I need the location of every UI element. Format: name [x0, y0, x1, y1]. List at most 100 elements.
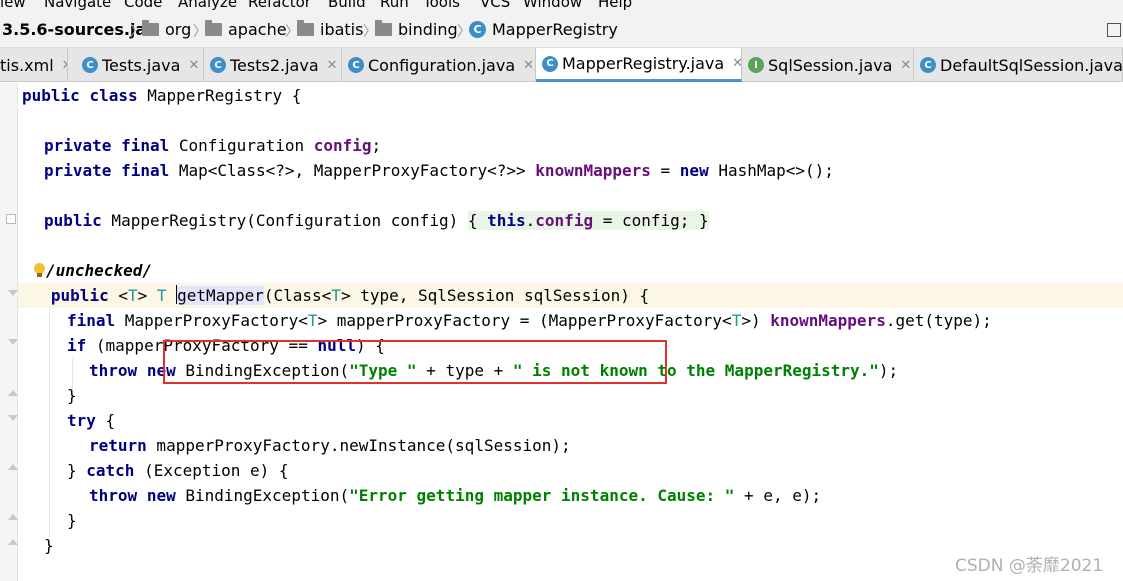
fold-collapse-icon[interactable] [8, 290, 18, 296]
folder-icon [375, 20, 392, 36]
menu-build[interactable]: Build [328, 0, 366, 11]
breadcrumb-label: org [165, 20, 192, 39]
code-token: new [679, 161, 709, 180]
close-icon[interactable]: ✕ [62, 58, 67, 73]
code-token: < [108, 286, 128, 305]
code-token: catch [86, 461, 135, 480]
close-icon[interactable]: ✕ [188, 58, 199, 73]
fold-collapse-icon[interactable] [8, 339, 18, 345]
menu-navigate[interactable]: Navigate [44, 0, 111, 11]
tab-label: DefaultSqlSession.java [940, 55, 1123, 75]
indent-guide [49, 308, 50, 543]
code-comment: /unchecked/ [46, 261, 152, 280]
code-token: getMapper [177, 286, 264, 305]
code-token: config [535, 211, 594, 230]
breadcrumb-item-binding[interactable]: binding [375, 20, 458, 39]
code-token: ; [371, 136, 382, 155]
menu-view[interactable]: iew [0, 0, 26, 11]
class-icon: C [542, 55, 558, 72]
code-token: throw [89, 486, 138, 505]
folder-icon [205, 20, 222, 36]
code-string: " is not known to the MapperRegistry." [512, 361, 879, 380]
menu-vcs[interactable]: VCS [480, 0, 510, 11]
tab-tests2-java[interactable]: C Tests2.java ✕ [204, 48, 342, 82]
menu-refactor[interactable]: Refactor [248, 0, 311, 11]
menu-code[interactable]: Code [124, 0, 162, 11]
tab-tis-xml[interactable]: tis.xml ✕ [0, 48, 68, 82]
lightbulb-base [37, 273, 42, 277]
code-token: try [67, 411, 96, 430]
code-token: { [95, 411, 116, 430]
code-token: MapperProxyFactory< [115, 311, 308, 330]
code-token: Configuration [169, 136, 314, 155]
lightbulb-icon[interactable] [33, 263, 46, 278]
menu-window[interactable]: Window [523, 0, 582, 11]
code-token: this [487, 211, 526, 230]
tab-configuration-java[interactable]: C Configuration.java ✕ [342, 48, 536, 82]
fold-end-icon[interactable] [8, 539, 18, 545]
code-token: private [44, 161, 112, 180]
close-icon[interactable]: ✕ [732, 56, 741, 71]
hide-toolbar-icon[interactable] [1107, 23, 1121, 37]
tab-label: Tests2.java [230, 55, 319, 75]
close-icon[interactable]: ✕ [327, 58, 338, 73]
code-line-15: return mapperProxyFactory.newInstance(sq… [89, 433, 571, 458]
code-token: T [731, 311, 742, 330]
fold-end-icon[interactable] [8, 514, 18, 520]
menu-analyze[interactable]: Analyze [178, 0, 237, 11]
breadcrumb-item-ibatis[interactable]: ibatis [297, 20, 363, 39]
tab-mapperregistry-java[interactable]: C MapperRegistry.java ✕ [536, 48, 742, 82]
code-token: null [317, 336, 356, 355]
breadcrumb: 3.5.6-sources.jar 〉 org 〉 apache 〉 ibati… [0, 14, 1123, 48]
close-icon[interactable]: ✕ [900, 58, 911, 73]
code-editor[interactable]: public class MapperRegistry { private fi… [0, 83, 1123, 581]
tab-defaultsqlsession-java[interactable]: C DefaultSqlSession.java [914, 48, 1123, 82]
tab-label: SqlSession.java [768, 55, 893, 75]
code-token: config [313, 136, 372, 155]
interface-icon: I [748, 57, 764, 73]
code-line-11: if (mapperProxyFactory == null) { [67, 333, 385, 358]
menu-tools[interactable]: Tools [423, 0, 460, 11]
menu-run[interactable]: Run [380, 0, 409, 11]
editor-gutter [0, 83, 18, 581]
code-token: = config; [593, 211, 700, 230]
close-icon[interactable]: ✕ [523, 58, 534, 73]
code-line-9-current: public <T> T getMapper(Class<T> type, Sq… [18, 283, 1123, 308]
code-token: >) [741, 311, 771, 330]
code-token: + type + [416, 361, 513, 380]
breadcrumb-label: MapperRegistry [492, 20, 618, 39]
class-icon: C [348, 57, 364, 73]
breadcrumb-item-org[interactable]: org [142, 20, 191, 39]
breadcrumb-label: binding [398, 20, 458, 39]
fold-end-icon[interactable] [8, 464, 18, 470]
code-line-12: throw new BindingException("Type " + typ… [89, 358, 898, 383]
tab-sqlsession-java[interactable]: I SqlSession.java ✕ [742, 48, 914, 82]
tab-tests-java[interactable]: C Tests.java ✕ [76, 48, 204, 82]
code-token: final [121, 161, 170, 180]
code-token: new [146, 486, 176, 505]
menu-help[interactable]: Help [598, 0, 632, 11]
code-line-1: public class MapperRegistry { [22, 83, 301, 108]
code-token: mapperProxyFactory.newInstance(sqlSessio… [146, 436, 571, 455]
code-line-19: } [44, 533, 54, 558]
code-line-8: /unchecked/ [46, 258, 152, 283]
code-line-4: private final Map<Class<?>, MapperProxyF… [44, 158, 834, 183]
code-line-17: throw new BindingException("Error gettin… [89, 483, 821, 508]
folder-icon [297, 20, 314, 36]
tab-label: tis.xml [0, 55, 54, 75]
fold-end-icon[interactable] [8, 390, 18, 396]
code-token: HashMap<>(); [708, 161, 834, 180]
breadcrumb-item-class[interactable]: C MapperRegistry [469, 20, 618, 39]
test-class-icon: C [82, 57, 98, 73]
code-token: } [67, 386, 77, 405]
breadcrumb-item-apache[interactable]: apache [205, 20, 287, 39]
code-token: } [67, 461, 87, 480]
code-token: ) { [355, 336, 385, 355]
code-fold-region[interactable]: { this.config = config; } [467, 211, 709, 230]
menu-bar: iew Navigate Code Analyze Refactor Build… [0, 0, 1123, 14]
class-icon: C [469, 21, 486, 38]
code-string: "Type " [349, 361, 417, 380]
fold-collapse-icon[interactable] [8, 415, 18, 421]
fold-expand-icon[interactable] [6, 214, 16, 224]
class-icon: C [920, 57, 936, 73]
